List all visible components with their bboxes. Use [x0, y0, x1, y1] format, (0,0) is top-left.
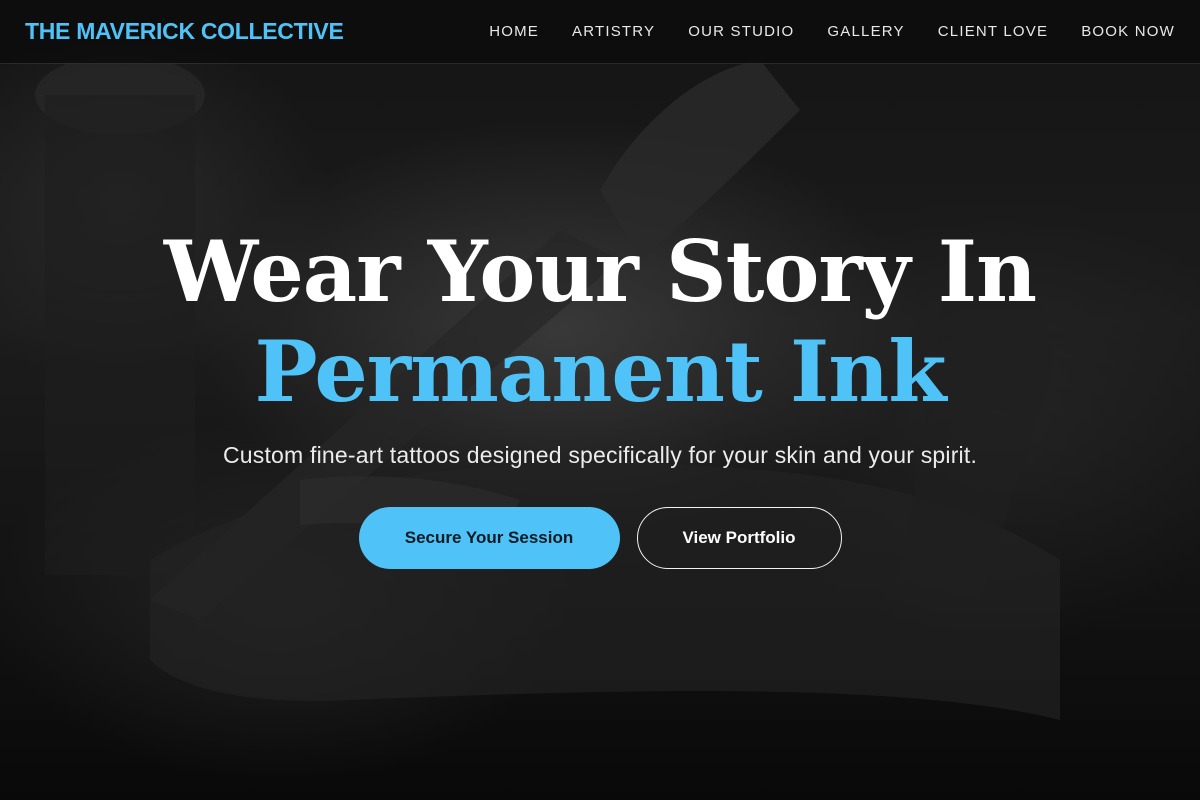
nav-link-artistry[interactable]: ARTISTRY	[572, 23, 655, 40]
hero-headline-accent: Permanent Ink	[254, 322, 946, 421]
view-portfolio-button[interactable]: View Portfolio	[636, 507, 842, 569]
primary-nav: HOME ARTISTRY OUR STUDIO GALLERY CLIENT …	[456, 23, 1175, 40]
nav-link-our-studio[interactable]: OUR STUDIO	[688, 23, 794, 40]
top-navbar: THE MAVERICK COLLECTIVE HOME ARTISTRY OU…	[0, 0, 1200, 64]
nav-link-gallery[interactable]: GALLERY	[827, 23, 904, 40]
brand-logo[interactable]: THE MAVERICK COLLECTIVE	[25, 18, 344, 45]
hero-headline: Wear Your Story In Permanent Ink	[0, 222, 1200, 422]
hero-section: Wear Your Story In Permanent Ink Custom …	[0, 222, 1200, 569]
hero-subheadline: Custom fine-art tattoos designed specifi…	[222, 442, 978, 468]
nav-link-home[interactable]: HOME	[489, 23, 539, 40]
nav-link-client-love[interactable]: CLIENT LOVE	[938, 23, 1048, 40]
hero-headline-line1: Wear Your Story In	[163, 222, 1037, 321]
nav-link-book-now[interactable]: BOOK NOW	[1081, 23, 1175, 40]
hero-cta-group: Secure Your Session View Portfolio	[0, 507, 1200, 569]
secure-session-button[interactable]: Secure Your Session	[358, 507, 620, 569]
